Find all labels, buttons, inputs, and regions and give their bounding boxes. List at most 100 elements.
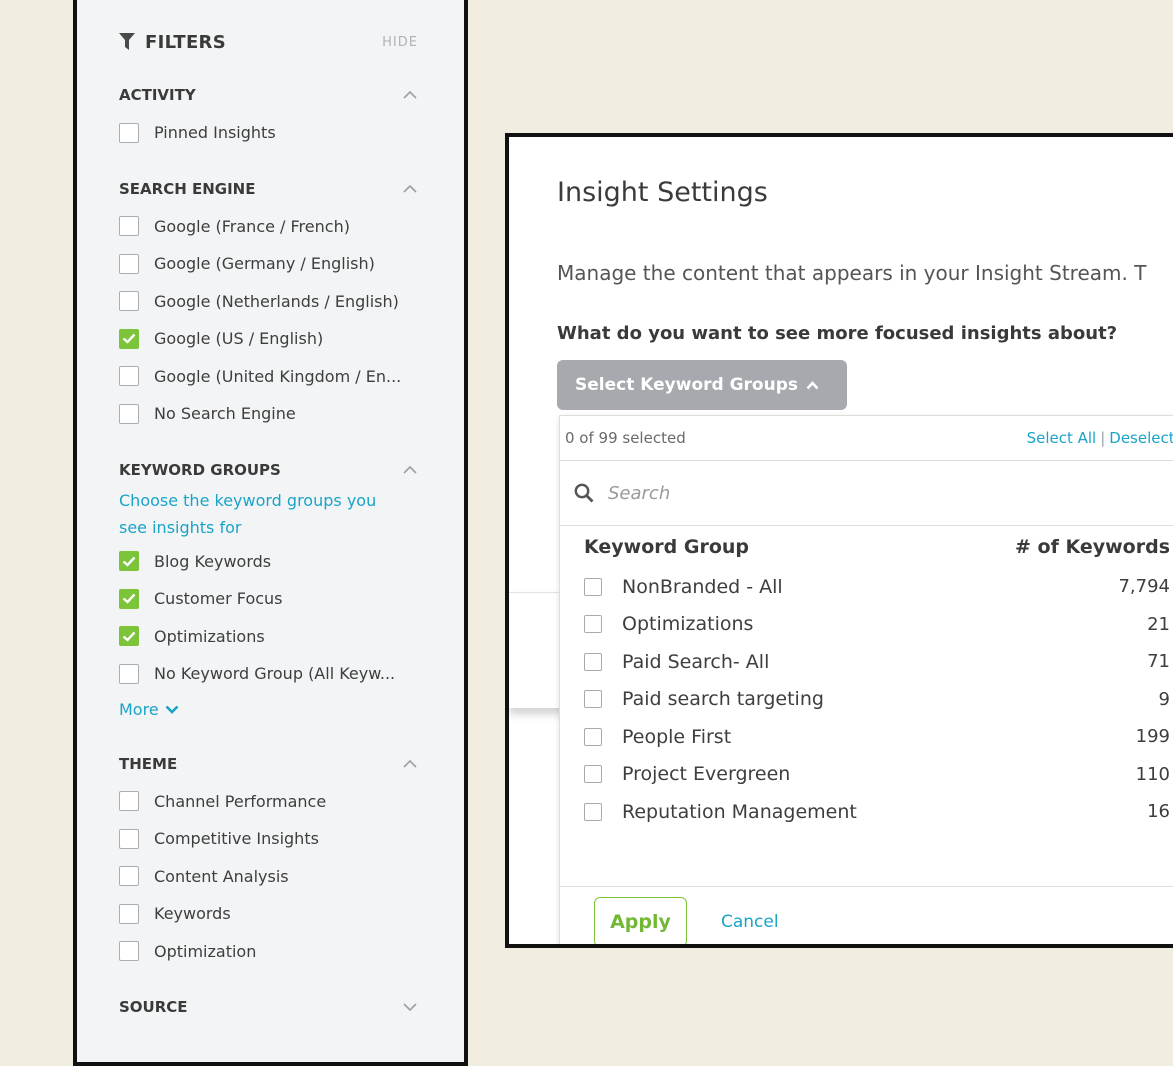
chevron-up-icon[interactable] <box>402 464 418 476</box>
cancel-link[interactable]: Cancel <box>721 912 779 932</box>
chevron-up-icon[interactable] <box>402 758 418 770</box>
filter-keywords[interactable]: Keywords <box>119 895 418 933</box>
filter-customer-focus[interactable]: Customer Focus <box>119 580 418 618</box>
page-title: Insight Settings <box>557 177 768 208</box>
section-keyword-groups-header[interactable]: KEYWORD GROUPS <box>119 459 418 481</box>
filter-optimizations[interactable]: Optimizations <box>119 618 418 656</box>
filter-label: Google (France / French) <box>154 216 350 236</box>
row-left: Project Evergreen <box>584 763 790 785</box>
section-source-header[interactable]: SOURCE <box>119 996 418 1018</box>
apply-button[interactable]: Apply <box>594 896 687 944</box>
chevron-up-icon[interactable] <box>402 89 418 101</box>
filter-google-france[interactable]: Google (France / French) <box>119 208 418 246</box>
keyword-count: 16 <box>1147 801 1170 823</box>
keyword-group-name: Paid search targeting <box>622 688 824 711</box>
checkbox-checked[interactable] <box>119 588 139 609</box>
checkbox[interactable] <box>119 828 139 849</box>
table-row[interactable]: People First 199 <box>560 718 1173 756</box>
filter-google-germany[interactable]: Google (Germany / English) <box>119 245 418 283</box>
filter-channel-performance[interactable]: Channel Performance <box>119 783 418 821</box>
more-keyword-groups-link[interactable]: More <box>119 693 418 727</box>
checkbox[interactable] <box>584 577 602 596</box>
bulk-actions: Select All|Deselect All <box>1027 429 1173 447</box>
checkbox[interactable] <box>119 941 139 962</box>
filter-no-keyword-group[interactable]: No Keyword Group (All Keyw... <box>119 655 418 693</box>
filter-label: Google (Netherlands / English) <box>154 291 399 311</box>
filter-label: Customer Focus <box>154 589 283 609</box>
keyword-group-name: Reputation Management <box>622 800 857 823</box>
filter-google-uk[interactable]: Google (United Kingdom / En... <box>119 358 418 396</box>
filter-competitive-insights[interactable]: Competitive Insights <box>119 820 418 858</box>
table-row[interactable]: NonBranded - All 7,794 <box>560 568 1173 606</box>
checkbox[interactable] <box>119 366 139 387</box>
table-row[interactable]: Reputation Management 16 <box>560 793 1173 831</box>
row-left: People First <box>584 726 731 748</box>
checkbox-checked[interactable] <box>119 626 139 647</box>
funnel-icon <box>119 33 135 51</box>
filter-google-us[interactable]: Google (US / English) <box>119 320 418 358</box>
filter-label: Keywords <box>154 904 231 924</box>
checkbox[interactable] <box>119 903 139 924</box>
filter-label: No Keyword Group (All Keyw... <box>154 664 396 684</box>
checkbox[interactable] <box>584 615 602 634</box>
row-left: Optimizations <box>584 613 753 635</box>
filter-label: Content Analysis <box>154 866 289 886</box>
col-keyword-group: Keyword Group <box>584 536 749 558</box>
select-keyword-groups-button[interactable]: Select Keyword Groups <box>557 360 847 410</box>
filter-label: No Search Engine <box>154 404 296 424</box>
checkbox[interactable] <box>119 291 139 312</box>
filter-blog-keywords[interactable]: Blog Keywords <box>119 543 418 581</box>
checkbox[interactable] <box>119 663 139 684</box>
section-title: THEME <box>119 754 178 773</box>
filter-content-analysis[interactable]: Content Analysis <box>119 858 418 896</box>
filter-label: Pinned Insights <box>154 123 276 143</box>
checkmark-icon <box>122 333 136 344</box>
checkbox[interactable] <box>119 791 139 812</box>
checkbox[interactable] <box>584 802 602 821</box>
section-title: SEARCH ENGINE <box>119 179 256 198</box>
dropdown-toolbar: 0 of 99 selected Select All|Deselect All <box>560 416 1173 460</box>
filter-label: Optimization <box>154 941 257 961</box>
col-keyword-count: # of Keywords <box>1014 536 1170 558</box>
deselect-all-link[interactable]: Deselect All <box>1109 429 1173 447</box>
checkbox[interactable] <box>584 765 602 784</box>
search-input[interactable] <box>606 481 1006 505</box>
checkbox[interactable] <box>119 403 139 424</box>
checkbox[interactable] <box>119 866 139 887</box>
chevron-down-icon[interactable] <box>402 1001 418 1013</box>
keyword-groups-helper-link[interactable]: Choose the keyword groups you see insigh… <box>119 487 399 541</box>
row-left: Paid search targeting <box>584 688 824 710</box>
filter-label: Channel Performance <box>154 791 327 811</box>
table-row[interactable]: Paid search targeting 9 <box>560 681 1173 719</box>
section-search-engine-header[interactable]: SEARCH ENGINE <box>119 178 418 200</box>
checkbox-checked[interactable] <box>119 551 139 572</box>
selected-count: 0 of 99 selected <box>565 429 686 447</box>
section-source: SOURCE <box>119 996 418 1018</box>
hide-filters-link[interactable]: HIDE <box>382 35 418 50</box>
section-title: KEYWORD GROUPS <box>119 460 281 479</box>
section-theme-header[interactable]: THEME <box>119 753 418 775</box>
table-row[interactable]: Optimizations 21 <box>560 606 1173 644</box>
checkbox[interactable] <box>119 122 139 143</box>
filter-google-netherlands[interactable]: Google (Netherlands / English) <box>119 283 418 321</box>
filter-label: Competitive Insights <box>154 829 319 849</box>
keyword-group-name: Paid Search- All <box>622 650 770 673</box>
select-all-link[interactable]: Select All <box>1027 429 1097 447</box>
checkbox[interactable] <box>584 727 602 746</box>
filter-no-search-engine[interactable]: No Search Engine <box>119 395 418 433</box>
checkbox[interactable] <box>119 216 139 237</box>
table-row[interactable]: Paid Search- All 71 <box>560 643 1173 681</box>
checkbox-checked[interactable] <box>119 328 139 349</box>
checkbox[interactable] <box>119 253 139 274</box>
section-activity-header[interactable]: ACTIVITY <box>119 84 418 106</box>
chevron-up-icon[interactable] <box>402 183 418 195</box>
chevron-up-icon <box>806 380 819 389</box>
filter-pinned-insights[interactable]: Pinned Insights <box>119 114 418 152</box>
keyword-count: 21 <box>1147 613 1170 635</box>
checkbox[interactable] <box>584 690 602 709</box>
more-label: More <box>119 700 159 719</box>
filter-optimization[interactable]: Optimization <box>119 933 418 971</box>
checkmark-icon <box>122 631 136 642</box>
checkbox[interactable] <box>584 652 602 671</box>
table-row[interactable]: Project Evergreen 110 <box>560 756 1173 794</box>
